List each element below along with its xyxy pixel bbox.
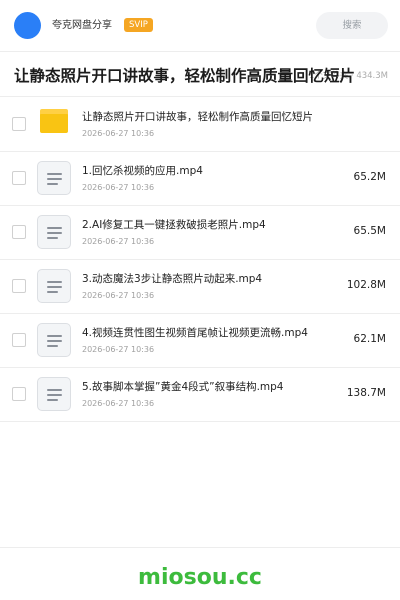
document-file-icon	[37, 269, 71, 303]
file-size: 65.5M	[353, 225, 386, 237]
share-title-row: 让静态照片开口讲故事，轻松制作高质量回忆短片 1个文件夹 · 434.3M	[0, 53, 400, 97]
share-owner-name: 夸克网盘分享	[52, 20, 112, 31]
file-name: 5.故事脚本掌握”黄金4段式”叙事结构.mp4	[82, 381, 284, 393]
row-checkbox[interactable]	[12, 279, 26, 293]
folder-icon	[40, 109, 68, 133]
file-name: 1.回忆杀视频的应用.mp4	[82, 165, 203, 177]
footer: miosou.cc	[0, 547, 400, 600]
file-row[interactable]: 4.视频连贯性图生视频首尾帧让视频更流畅.mp4 2026-06-27 10:3…	[0, 314, 400, 368]
search-button[interactable]: 搜索	[316, 12, 388, 39]
file-date: 2026-06-27 10:36	[82, 291, 155, 300]
file-row[interactable]: 1.回忆杀视频的应用.mp4 2026-06-27 10:36 65.2M	[0, 152, 400, 206]
file-row[interactable]: 5.故事脚本掌握”黄金4段式”叙事结构.mp4 2026-06-27 10:36…	[0, 368, 400, 422]
folder-date: 2026-06-27 10:36	[82, 129, 155, 138]
file-date: 2026-06-27 10:36	[82, 345, 155, 354]
folder-name: 让静态照片开口讲故事，轻松制作高质量回忆短片	[82, 111, 313, 123]
watermark: miosou.cc	[138, 565, 262, 590]
file-list: 让静态照片开口讲故事，轻松制作高质量回忆短片 2026-06-27 10:36 …	[0, 98, 400, 422]
row-checkbox[interactable]	[12, 225, 26, 239]
file-date: 2026-06-27 10:36	[82, 399, 155, 408]
file-size: 62.1M	[353, 333, 386, 345]
file-date: 2026-06-27 10:36	[82, 183, 155, 192]
document-file-icon	[37, 215, 71, 249]
document-file-icon	[37, 161, 71, 195]
file-size: 102.8M	[346, 279, 386, 291]
row-checkbox[interactable]	[12, 333, 26, 347]
file-row[interactable]: 2.AI修复工具一键拯救破损老照片.mp4 2026-06-27 10:36 6…	[0, 206, 400, 260]
file-size: 138.7M	[346, 387, 386, 399]
row-checkbox[interactable]	[12, 387, 26, 401]
document-file-icon	[37, 323, 71, 357]
document-file-icon	[37, 377, 71, 411]
avatar[interactable]	[14, 12, 41, 39]
file-name: 4.视频连贯性图生视频首尾帧让视频更流畅.mp4	[82, 327, 308, 339]
file-name: 3.动态魔法3步让静态照片动起来.mp4	[82, 273, 263, 285]
file-row[interactable]: 3.动态魔法3步让静态照片动起来.mp4 2026-06-27 10:36 10…	[0, 260, 400, 314]
header-bar: 夸克网盘分享 SVIP 搜索	[0, 0, 400, 52]
svip-badge: SVIP	[124, 18, 153, 32]
file-size: 65.2M	[353, 171, 386, 183]
page-title: 让静态照片开口讲故事，轻松制作高质量回忆短片	[14, 67, 356, 85]
file-date: 2026-06-27 10:36	[82, 237, 155, 246]
row-checkbox[interactable]	[12, 171, 26, 185]
row-checkbox[interactable]	[12, 117, 26, 131]
file-name: 2.AI修复工具一键拯救破损老照片.mp4	[82, 219, 266, 231]
folder-row[interactable]: 让静态照片开口讲故事，轻松制作高质量回忆短片 2026-06-27 10:36	[0, 98, 400, 152]
